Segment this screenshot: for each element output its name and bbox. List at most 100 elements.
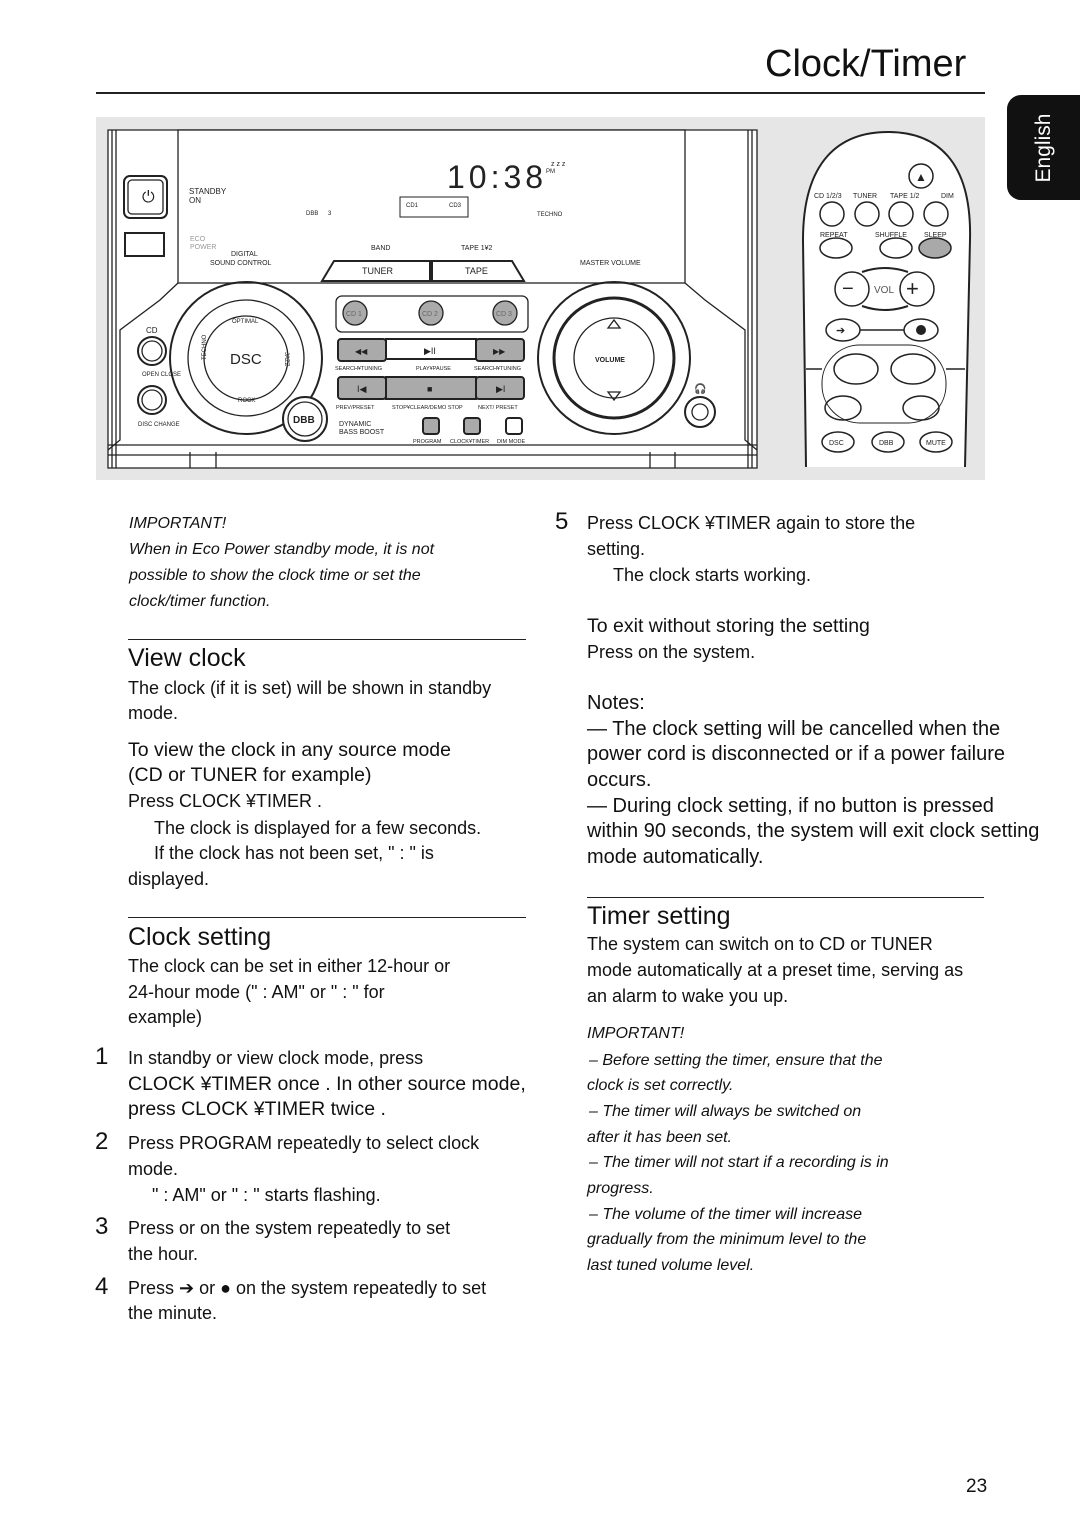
device-illustration: ⏻ STANDBY ON ECO POWER DIGITAL SOUND CON… (96, 117, 985, 480)
view-clock-heading: View clock (128, 644, 246, 672)
remote-shuffle-label: SHUFFLE (875, 232, 907, 239)
remote-dim-label: DIM (941, 193, 954, 200)
tape-button-label: TAPE (465, 266, 488, 276)
step-text: CLOCK ¥TIMER once . In other source mode… (128, 1073, 526, 1095)
sleep-indicator: z z z (551, 161, 566, 168)
volume-up-icon: + (906, 276, 919, 301)
next-preset-label: NEXT/ PRESET (478, 405, 518, 411)
pm-indicator: PM (546, 169, 555, 175)
sleep-button (918, 237, 952, 259)
clock-display: 10:38 (447, 159, 547, 195)
prev-preset-label: PREV/PRESET (336, 405, 375, 411)
tape12-label: TAPE 1¥2 (461, 245, 492, 252)
timer-important-line: – The timer will not start if a recordin… (589, 1154, 889, 1171)
timer-important-line: – Before setting the timer, ensure that … (589, 1052, 883, 1069)
timer-important-title: IMPORTANT! (587, 1025, 685, 1042)
remote-tape-label: TAPE 1/2 (890, 193, 920, 200)
clock-setting-intro: 24-hour mode (" : AM" or " : " for (128, 982, 385, 1002)
master-volume-label: MASTER VOLUME (580, 260, 641, 267)
band-label: BAND (371, 245, 390, 252)
headphones-icon: 🎧 (694, 382, 706, 395)
cd-label: CD (146, 326, 158, 335)
volume-down-icon: − (842, 278, 854, 300)
sound-control-label: SOUND CONTROL (210, 260, 272, 267)
on-label: ON (189, 196, 201, 205)
power-label: POWER (190, 244, 216, 251)
stop-clear-label: STOP¥CLEAR/DEMO STOP (392, 405, 463, 411)
view-clock-result: The clock is displayed for a few seconds… (154, 818, 482, 838)
remote-cd-label: CD 1/2/3 (814, 193, 842, 200)
eco-label: ECO (190, 236, 206, 243)
step-text: press CLOCK ¥TIMER twice . (128, 1098, 386, 1120)
step-number: 2 (95, 1128, 109, 1155)
section-rule (587, 897, 984, 898)
techno-indicator: TECHNO (537, 212, 563, 218)
step-text: the minute. (128, 1303, 218, 1323)
step-text: Press PROGRAM repeatedly to select clock (128, 1133, 480, 1153)
section-rule (128, 639, 526, 640)
clock-timer-label: CLOCK¥TIMER (450, 439, 489, 445)
view-clock-result: If the clock has not been set, " : " is (154, 843, 434, 863)
step-text: setting. (587, 539, 646, 559)
remote-dsc-label: DSC (829, 440, 844, 447)
forward-icon: ▶▶ (493, 347, 506, 356)
open-close-label: OPEN CLOSE (142, 372, 181, 378)
standby-label: STANDBY (189, 187, 227, 196)
note-line: — The clock setting will be cancelled wh… (587, 718, 1001, 740)
view-clock-result: displayed. (128, 869, 210, 889)
manual-page: Clock/Timer English ⏻ STANDBY ON ECO POW… (0, 0, 1080, 1529)
clock-setting-intro: The clock can be set in either 12-hour o… (128, 956, 451, 976)
step-text: Press CLOCK ¥TIMER again to store the (587, 513, 916, 533)
step-number: 4 (95, 1273, 109, 1300)
timer-important-line: after it has been set. (587, 1129, 732, 1146)
notes-title: Notes: (587, 692, 645, 714)
prev-icon: I◀ (357, 384, 367, 394)
cd2-button: CD 2 (422, 311, 438, 318)
dsc-techno: TECHNO (202, 334, 208, 360)
step-text: Press or on the system repeatedly to set (128, 1218, 451, 1238)
timer-important-line: – The volume of the timer will increase (589, 1206, 862, 1223)
remote-tuner-label: TUNER (853, 193, 877, 200)
timer-important-line: clock is set correctly. (587, 1077, 734, 1094)
dynamic-label: DYNAMIC (339, 421, 371, 428)
step-text: Press ➔ or ● on the system repeatedly to… (128, 1278, 487, 1298)
timer-important-line: gradually from the minimum level to the (587, 1231, 867, 1248)
remote-control (801, 130, 972, 468)
view-clock-press: Press CLOCK ¥TIMER . (128, 791, 323, 811)
dbb-indicator: DBB (306, 211, 318, 217)
note-line: within 90 seconds, the system will exit … (587, 820, 1040, 842)
timer-important-line: – The timer will always be switched on (589, 1103, 862, 1120)
step-result: The clock starts working. (613, 565, 812, 585)
cd3-button: CD 3 (496, 311, 512, 318)
tuner-button-label: TUNER (362, 266, 393, 276)
note-line: mode automatically. (587, 846, 764, 868)
step-text: In standby or view clock mode, press (128, 1048, 424, 1068)
important-line: clock/timer function. (129, 593, 271, 610)
dsc-knob-label: DSC (230, 351, 262, 368)
timer-setting-intro: an alarm to wake you up. (587, 986, 789, 1006)
step-text: the hour. (128, 1244, 199, 1264)
view-clock-subheading: To view the clock in any source mode (128, 739, 451, 761)
stop-icon: ■ (427, 384, 432, 394)
step-result: " : AM" or " : " starts flashing. (152, 1185, 381, 1205)
timer-important-line: last tuned volume level. (587, 1257, 755, 1274)
play-pause-icon: ▶II (424, 346, 436, 356)
view-clock-intro: The clock (if it is set) will be shown i… (128, 678, 492, 698)
exit-text: Press on the system. (587, 642, 756, 662)
important-line: When in Eco Power standby mode, it is no… (129, 541, 435, 558)
clock-setting-heading: Clock setting (128, 923, 272, 951)
power-icon: ⏻ (142, 189, 155, 206)
next-icon: ▶I (496, 384, 505, 394)
note-line: power cord is disconnected or if a power… (587, 743, 1005, 765)
clock-setting-intro: example) (128, 1007, 203, 1027)
play-pause-label: PLAY¥PAUSE (416, 366, 451, 372)
dot-icon (916, 325, 926, 335)
view-clock-intro: mode. (128, 703, 179, 723)
main-unit (107, 129, 758, 469)
timer-setting-heading: Timer setting (587, 902, 731, 930)
note-line: occurs. (587, 769, 652, 791)
search-tuning-right-label: SEARCH¥TUNING (474, 366, 521, 372)
dsc-jazz: JAZZ (283, 352, 289, 367)
disc-change-label: DISC CHANGE (138, 422, 180, 428)
step-text: mode. (128, 1159, 179, 1179)
